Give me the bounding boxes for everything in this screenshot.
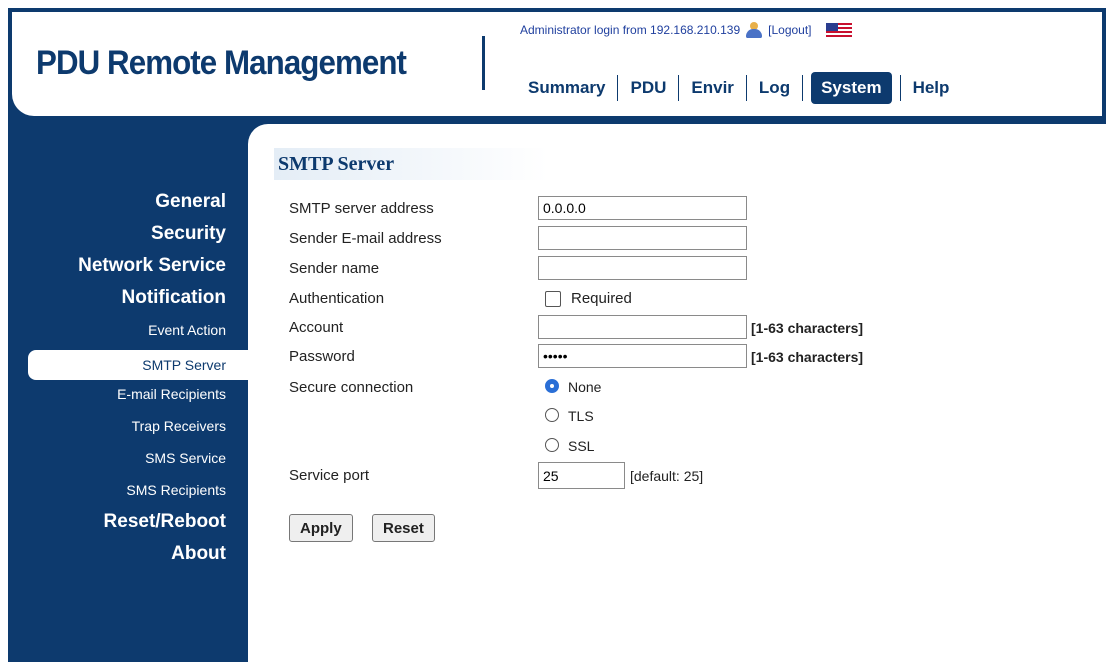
page-title: SMTP Server <box>274 148 548 180</box>
sender-email-label: Sender E-mail address <box>289 230 442 247</box>
logout-link[interactable]: [Logout] <box>768 23 811 37</box>
radio-ssl-label: SSL <box>568 438 595 454</box>
user-icon <box>744 22 764 38</box>
nav-summary[interactable]: Summary <box>518 72 615 104</box>
us-flag-icon[interactable] <box>825 22 852 38</box>
login-text: Administrator login from 192.168.210.139 <box>520 23 741 37</box>
password-hint: [1-63 characters] <box>751 349 864 365</box>
account-label: Account <box>289 319 344 336</box>
sidebar-item-reset-reboot[interactable]: Reset/Reboot <box>12 510 248 542</box>
sidebar-item-event-action[interactable]: Event Action <box>12 318 248 350</box>
nav-separator <box>617 75 619 101</box>
radio-tls-label: TLS <box>568 408 594 424</box>
auth-required-label: Required <box>571 290 632 307</box>
smtp-address-label: SMTP server address <box>289 200 434 217</box>
authentication-label: Authentication <box>289 290 385 307</box>
login-info: Administrator login from 192.168.210.139… <box>520 22 852 38</box>
sidebar: General Security Network Service Notific… <box>12 190 248 574</box>
nav-help[interactable]: Help <box>903 72 960 104</box>
account-input[interactable] <box>538 315 747 339</box>
sidebar-item-network-service[interactable]: Network Service <box>12 254 248 286</box>
radio-none[interactable] <box>545 379 559 393</box>
radio-tls[interactable] <box>545 408 559 422</box>
sender-email-input[interactable] <box>538 226 747 250</box>
sidebar-item-email-recipients[interactable]: E-mail Recipients <box>12 382 248 414</box>
sidebar-item-smtp-server[interactable]: SMTP Server <box>28 350 248 380</box>
sidebar-item-sms-service[interactable]: SMS Service <box>12 446 248 478</box>
nav-separator <box>745 75 747 101</box>
service-port-hint: [default: 25] <box>630 468 704 484</box>
nav-envir[interactable]: Envir <box>681 72 744 104</box>
nav-log[interactable]: Log <box>749 72 800 104</box>
sidebar-item-sms-recipients[interactable]: SMS Recipients <box>12 478 248 510</box>
password-label: Password <box>289 348 355 365</box>
account-hint: [1-63 characters] <box>751 320 864 336</box>
nav-pdu[interactable]: PDU <box>620 72 676 104</box>
sidebar-item-notification[interactable]: Notification <box>12 286 248 318</box>
app-logo: PDU Remote Management <box>36 44 407 82</box>
nav-separator <box>678 75 680 101</box>
radio-none-label: None <box>568 379 602 395</box>
nav-separator <box>899 75 901 101</box>
sidebar-item-trap-receivers[interactable]: Trap Receivers <box>12 414 248 446</box>
apply-button[interactable]: Apply <box>289 514 353 542</box>
header-divider <box>482 36 485 90</box>
password-input[interactable] <box>538 344 747 368</box>
auth-required-checkbox[interactable] <box>545 291 561 307</box>
nav-separator <box>802 75 804 101</box>
service-port-label: Service port <box>289 467 370 484</box>
secure-connection-label: Secure connection <box>289 379 414 396</box>
sidebar-item-about[interactable]: About <box>12 542 248 574</box>
top-nav: Summary PDU Envir Log System Help <box>518 72 959 104</box>
sender-name-input[interactable] <box>538 256 747 280</box>
reset-button[interactable]: Reset <box>372 514 435 542</box>
sidebar-item-security[interactable]: Security <box>12 222 248 254</box>
nav-system[interactable]: System <box>811 72 892 104</box>
service-port-input[interactable] <box>538 462 625 489</box>
radio-ssl[interactable] <box>545 438 559 452</box>
sidebar-item-general[interactable]: General <box>12 190 248 222</box>
sender-name-label: Sender name <box>289 260 380 277</box>
smtp-address-input[interactable] <box>538 196 747 220</box>
